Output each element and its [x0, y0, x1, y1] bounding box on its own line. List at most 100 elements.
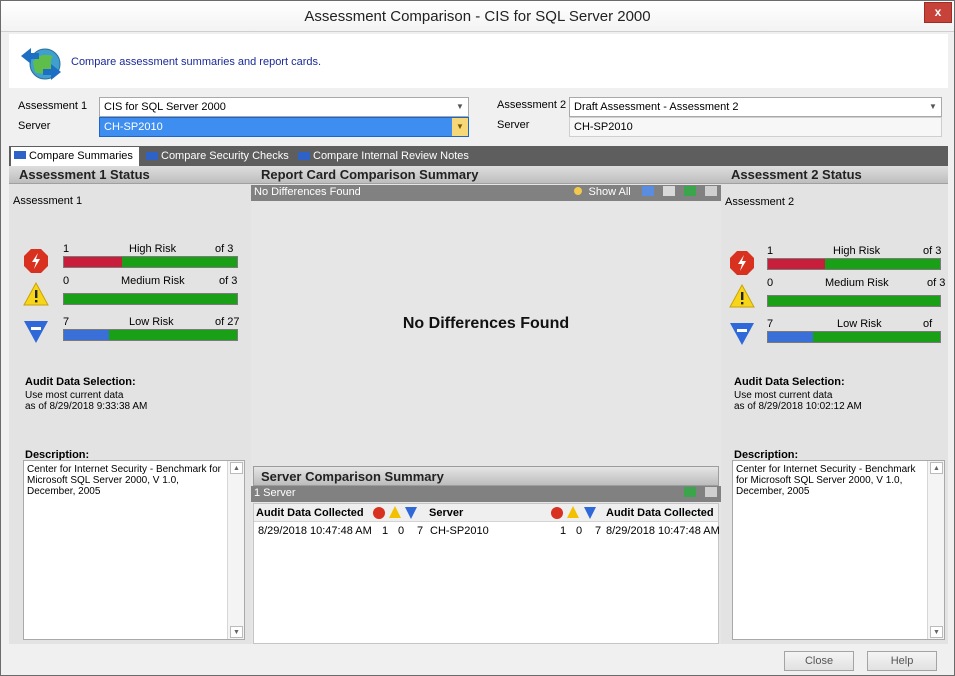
tab-compare-security-checks[interactable]: Compare Security Checks — [143, 148, 289, 164]
show-all-link[interactable]: Show All — [589, 186, 631, 198]
panel-title: Report Card Comparison Summary — [251, 166, 721, 184]
chevron-down-icon[interactable]: ▼ — [925, 98, 941, 116]
description-text: Center for Internet Security - Benchmark… — [27, 464, 221, 497]
column-header-audit2[interactable]: Audit Data Collected — [606, 507, 714, 519]
risk-count: 1 — [767, 245, 774, 257]
risk-count: 1 — [63, 243, 70, 255]
risk-name: Low Risk — [837, 318, 882, 330]
table-row[interactable]: 8/29/2018 10:47:48 AM 1 0 7 CH-SP2010 1 … — [254, 523, 720, 539]
export-excel-icon[interactable] — [683, 186, 696, 196]
title-bar: Assessment Comparison - CIS for SQL Serv… — [1, 1, 954, 32]
audit-data-line1: Use most current data — [734, 390, 833, 401]
list-icon — [298, 152, 310, 160]
risk-count: 7 — [63, 316, 70, 328]
banner-subtitle: Compare assessment summaries and report … — [71, 56, 322, 68]
print-icon[interactable] — [705, 487, 717, 497]
print-preview-icon[interactable] — [662, 186, 675, 196]
panel-title: Assessment 1 Status — [9, 166, 251, 184]
high-risk-row: 1 High Risk of 3 — [23, 243, 249, 276]
chevron-down-icon[interactable]: ▼ — [452, 98, 468, 116]
scroll-up-icon[interactable]: ▲ — [230, 462, 243, 474]
low-risk-icon — [405, 507, 417, 519]
server-summary-tools — [683, 487, 717, 499]
compare-logo-icon — [21, 48, 61, 80]
high-risk-row: 1 High Risk of 3 — [729, 245, 947, 278]
description-scrollbar[interactable]: ▲ ▼ — [227, 461, 244, 639]
risk-name: Low Risk — [129, 316, 174, 328]
server1-label: Server — [18, 120, 51, 132]
risk-name: Medium Risk — [825, 277, 889, 289]
assessment1-combo[interactable]: CIS for SQL Server 2000 ▼ — [99, 97, 469, 117]
audit-data-title: Audit Data Selection: — [25, 376, 136, 388]
scroll-up-icon[interactable]: ▲ — [930, 462, 943, 474]
server2-label: Server — [497, 119, 530, 131]
assessment2-combo[interactable]: Draft Assessment - Assessment 2 ▼ — [569, 97, 942, 117]
audit-data-title: Audit Data Selection: — [734, 376, 845, 388]
report-card-status: No Differences Found — [254, 186, 361, 198]
close-button[interactable]: Close — [784, 651, 854, 671]
low-risk-icon — [584, 507, 596, 519]
cell-server: CH-SP2010 — [430, 525, 489, 537]
server1-value: CH-SP2010 — [104, 121, 163, 133]
server-count: 1 Server — [254, 487, 296, 499]
list-icon — [14, 151, 26, 159]
low-risk-row: 7 Low Risk of 27 — [729, 318, 947, 348]
assessment1-label: Assessment 1 — [18, 100, 88, 112]
show-all-icon — [574, 187, 583, 195]
risk-name: High Risk — [833, 245, 881, 257]
tab-label: Compare Security Checks — [161, 150, 289, 162]
dialog-footer: Close Help — [9, 647, 948, 673]
export-excel-icon[interactable] — [683, 487, 696, 497]
high-risk-icon — [730, 251, 754, 275]
scroll-down-icon[interactable]: ▼ — [230, 626, 243, 638]
assessment1-status-panel: Assessment 1 Status Assessment 1 1 High … — [9, 166, 251, 644]
server-summary-title: Server Comparison Summary — [253, 466, 719, 486]
chevron-down-icon[interactable]: ▼ — [452, 118, 468, 136]
scroll-down-icon[interactable]: ▼ — [930, 626, 943, 638]
bar-fill — [768, 259, 826, 269]
medium-risk-bar — [63, 293, 238, 305]
bar-fill — [768, 332, 813, 342]
audit-data-line2: as of 8/29/2018 9:33:38 AM — [25, 401, 148, 412]
cell-audit2: 8/29/2018 10:47:48 AM — [606, 525, 720, 537]
server-comparison-table: Audit Data Collected Server Audit Data C… — [253, 503, 720, 644]
no-differences-message: No Differences Found — [402, 315, 570, 332]
server2-field: CH-SP2010 — [569, 117, 942, 137]
description-box[interactable]: Center for Internet Security - Benchmark… — [732, 460, 945, 640]
header-banner: Compare assessment summaries and report … — [9, 34, 948, 88]
high-risk-bar — [63, 256, 238, 268]
description-scrollbar[interactable]: ▲ ▼ — [927, 461, 944, 639]
audit-data-line2: as of 8/29/2018 10:02:12 AM — [734, 401, 862, 412]
tab-bar: Compare Summaries Compare Security Check… — [9, 146, 948, 166]
tab-label: Compare Summaries — [29, 150, 133, 162]
tab-compare-internal-review-notes[interactable]: Compare Internal Review Notes — [295, 148, 469, 164]
assessment2-subtitle: Assessment 2 — [725, 196, 795, 208]
column-header-audit1[interactable]: Audit Data Collected — [256, 507, 364, 519]
assessment2-label: Assessment 2 — [497, 99, 567, 111]
cell-low1: 7 — [417, 525, 424, 537]
medium-risk-icon — [389, 506, 401, 518]
assessment2-status-panel: Assessment 2 Status Assessment 2 1 High … — [721, 166, 948, 644]
risk-name: High Risk — [129, 243, 177, 255]
description-box[interactable]: Center for Internet Security - Benchmark… — [23, 460, 245, 640]
column-chooser-icon[interactable] — [641, 186, 654, 196]
cell-medium1: 0 — [398, 525, 405, 537]
low-risk-bar — [63, 329, 238, 341]
close-window-button[interactable]: x — [924, 2, 952, 23]
server1-combo[interactable]: CH-SP2010 ▼ — [99, 117, 469, 137]
column-header-server[interactable]: Server — [429, 507, 463, 519]
panel-title: Assessment 2 Status — [721, 166, 948, 184]
risk-count: 7 — [767, 318, 774, 330]
server-summary-subbar: 1 Server — [251, 486, 721, 502]
report-card-panel: Report Card Comparison Summary No Differ… — [251, 166, 721, 644]
tab-compare-summaries[interactable]: Compare Summaries — [11, 147, 139, 166]
print-icon[interactable] — [705, 186, 717, 196]
assessment-comparison-window: Assessment Comparison - CIS for SQL Serv… — [0, 0, 955, 676]
assessment-selectors: Assessment 1 CIS for SQL Server 2000 ▼ S… — [9, 91, 948, 143]
low-risk-row: 7 Low Risk of 27 — [23, 316, 249, 346]
cell-low2: 7 — [595, 525, 602, 537]
help-button[interactable]: Help — [867, 651, 937, 671]
window-title: Assessment Comparison - CIS for SQL Serv… — [304, 8, 651, 25]
cell-medium2: 0 — [576, 525, 583, 537]
risk-of: of 27 — [215, 316, 240, 328]
